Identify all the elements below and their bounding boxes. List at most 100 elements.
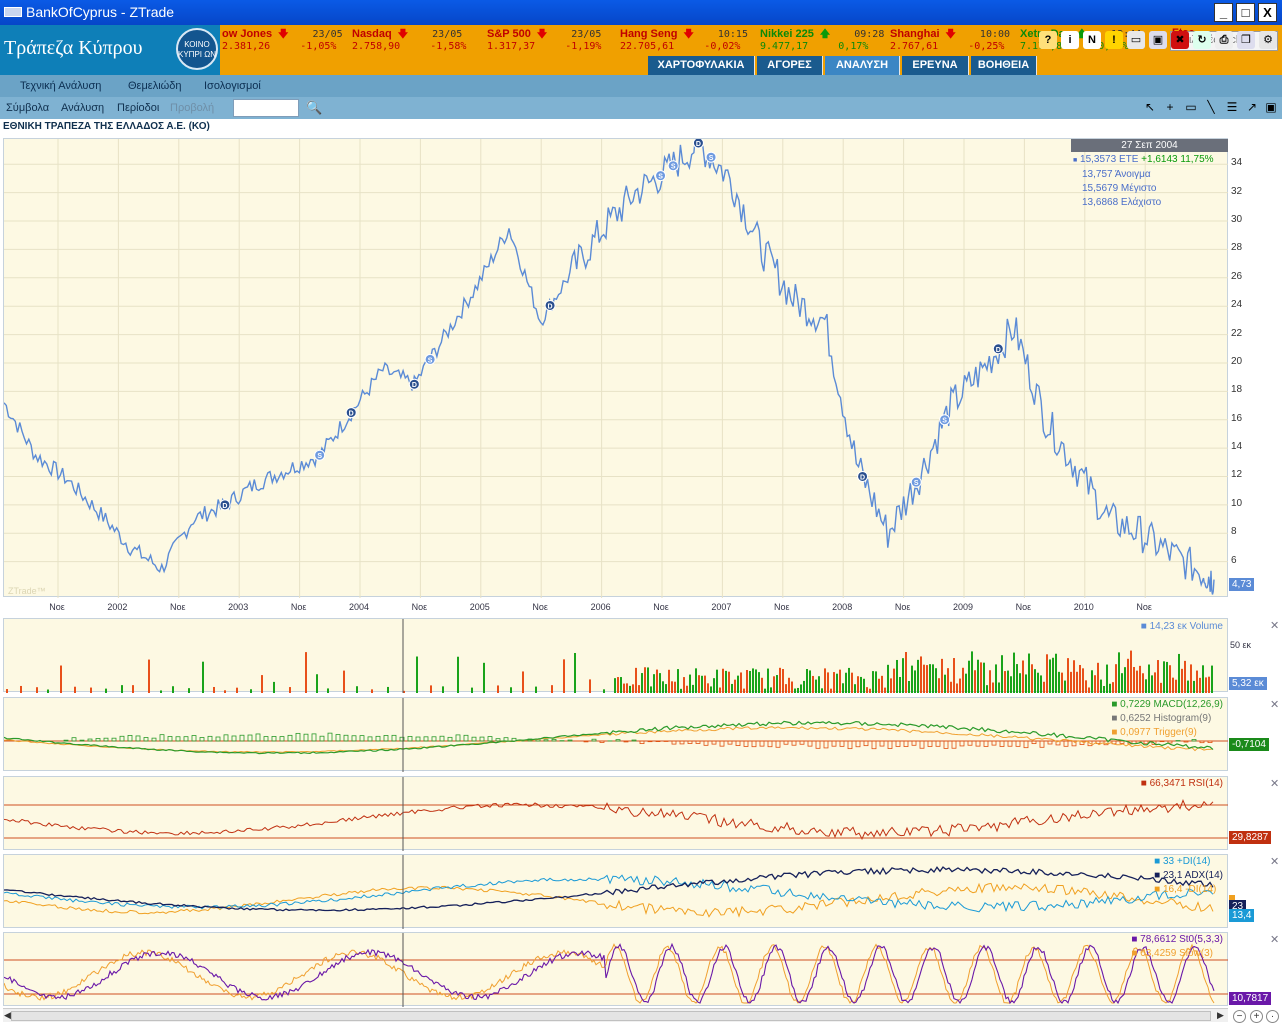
- y-tick-label: 12: [1231, 469, 1243, 481]
- svg-text:S: S: [671, 164, 676, 171]
- crosshair-tool-icon[interactable]: +: [1163, 100, 1177, 114]
- volume-bar: [36, 687, 38, 693]
- volume-bar: [989, 670, 991, 693]
- menu-markets[interactable]: ΑΓΟΡΕΣ: [757, 56, 823, 75]
- menu-research[interactable]: ΕΡΕΥΝΑ: [902, 56, 969, 75]
- stochastic-panel[interactable]: ■ 78,6612 St0(5,3,3) ■ 63,4259 Slow(3): [3, 932, 1229, 1007]
- maximize-button[interactable]: □: [1236, 3, 1255, 22]
- close-volume-panel-icon[interactable]: ✕: [1270, 619, 1279, 632]
- save-icon[interactable]: ▣: [1149, 31, 1167, 49]
- volume-bar: [1202, 665, 1204, 693]
- minimize-button[interactable]: _: [1214, 3, 1233, 22]
- volume-bar: [998, 682, 1000, 693]
- macd-panel[interactable]: ■ 0,7229 MACD(12,26,9) ■ 0,6252 Histogra…: [3, 697, 1229, 772]
- scroll-right-icon[interactable]: ▶: [1217, 1010, 1224, 1021]
- volume-bar: [620, 677, 622, 693]
- split-marker[interactable]: S: [667, 160, 679, 172]
- volume-bar: [1004, 671, 1006, 693]
- question-icon[interactable]: ?: [1039, 31, 1057, 49]
- volume-panel[interactable]: ■ 14,23 εκ Volume: [3, 618, 1228, 693]
- subnav-technical-analysis[interactable]: Τεχνική Ανάλυση: [20, 80, 101, 92]
- analysis-menu[interactable]: Ανάλυση: [61, 102, 104, 114]
- split-marker[interactable]: S: [314, 449, 326, 461]
- dividend-marker[interactable]: D: [345, 407, 357, 419]
- copy-icon[interactable]: ❐: [1237, 31, 1255, 49]
- dividend-marker[interactable]: D: [219, 499, 231, 511]
- histogram-bar: [327, 732, 333, 742]
- y-tick-label: 22: [1231, 327, 1243, 339]
- refresh-icon[interactable]: ↻: [1193, 31, 1211, 49]
- volume-bar: [800, 684, 802, 693]
- split-marker[interactable]: S: [424, 353, 436, 365]
- symbol-input[interactable]: [233, 99, 299, 117]
- menu-portfolios[interactable]: ΧΑΡΤΟΦΥΛΑΚΙΑ: [648, 56, 755, 75]
- volume-bar: [764, 688, 766, 693]
- periods-menu[interactable]: Περίοδοι: [117, 102, 159, 114]
- subnav-balance-sheets[interactable]: Ισολογισμοί: [204, 80, 261, 92]
- price-chart[interactable]: DSDDSDSSDSDSSDSSZTrade™: [3, 125, 1276, 621]
- window-title: BankOfCyprus - ZTrade: [26, 4, 175, 20]
- histogram-bar: [215, 736, 221, 742]
- subnav-fundamentals[interactable]: Θεμελιώδη: [128, 80, 181, 92]
- volume-bar: [1148, 664, 1150, 693]
- histogram-bar: [927, 740, 933, 747]
- stop-icon[interactable]: ✖: [1171, 31, 1189, 49]
- zoom-in-icon[interactable]: +: [1250, 1010, 1263, 1023]
- histogram-bar: [1159, 740, 1165, 743]
- histogram-bar: [343, 734, 349, 742]
- adx-panel[interactable]: ■ 33 +DI(14) ■ 23,1 ADX(14) ■ 16,4 -DI(1…: [3, 854, 1228, 929]
- close-rsi-panel-icon[interactable]: ✕: [1270, 777, 1279, 790]
- close-stochastic-panel-icon[interactable]: ✕: [1270, 933, 1279, 946]
- close-button[interactable]: X: [1258, 3, 1277, 22]
- chart-type-icon[interactable]: ↗: [1245, 100, 1259, 114]
- volume-bar: [1082, 668, 1084, 693]
- symbols-menu[interactable]: Σύμβολα: [6, 102, 49, 114]
- news-icon[interactable]: N: [1083, 31, 1101, 49]
- scroll-thumb[interactable]: [11, 1011, 1211, 1021]
- volume-bar: [1163, 661, 1165, 693]
- search-icon[interactable]: 🔍: [306, 100, 322, 116]
- cursor-tool-icon[interactable]: ↖: [1143, 100, 1157, 114]
- dividend-marker[interactable]: D: [692, 137, 704, 149]
- close-adx-panel-icon[interactable]: ✕: [1270, 855, 1279, 868]
- histogram-bar: [1015, 740, 1021, 747]
- split-marker[interactable]: S: [939, 414, 951, 426]
- menu-analysis[interactable]: ΑΝΑΛΥΣΗ: [825, 56, 900, 75]
- histogram-bar: [319, 735, 325, 742]
- volume-bar: [1133, 667, 1135, 693]
- rectangle-tool-icon[interactable]: ▭: [1184, 100, 1198, 114]
- info-icon[interactable]: i: [1061, 31, 1079, 49]
- scroll-left-icon[interactable]: ◀: [4, 1010, 11, 1021]
- x-tick-label: Νοε: [411, 602, 428, 612]
- histogram-bar: [839, 740, 845, 747]
- line-tool-icon[interactable]: ╲: [1204, 100, 1218, 114]
- zoom-out-icon[interactable]: −: [1233, 1010, 1246, 1023]
- horizontal-scrollbar[interactable]: ◀ ▶: [3, 1008, 1228, 1022]
- price-info-box: ■ 15,3573 ΕΤΕ +1,6143 11,75% 13,757 Άνοι…: [1073, 154, 1214, 208]
- zoom-reset-icon[interactable]: ·: [1266, 1010, 1279, 1023]
- volume-bar: [551, 685, 553, 693]
- volume-bar: [827, 672, 829, 693]
- save-chart-icon[interactable]: ▣: [1264, 100, 1278, 114]
- settings-icon[interactable]: ⚙: [1259, 31, 1277, 49]
- warning-icon[interactable]: !: [1105, 31, 1123, 49]
- y-tick-label: 26: [1231, 270, 1243, 282]
- dividend-marker[interactable]: D: [544, 299, 556, 311]
- split-marker[interactable]: S: [910, 476, 922, 488]
- volume-bar: [884, 687, 886, 693]
- close-macd-panel-icon[interactable]: ✕: [1270, 698, 1279, 711]
- svg-text:S: S: [658, 174, 663, 181]
- volume-bar: [761, 677, 763, 693]
- menu-help[interactable]: ΒΟΗΘΕΙΑ: [971, 56, 1037, 75]
- dividend-marker[interactable]: D: [857, 470, 869, 482]
- rsi-panel[interactable]: ■ 66,3471 RSI(14): [3, 776, 1229, 851]
- dividend-marker[interactable]: D: [408, 378, 420, 390]
- dividend-marker[interactable]: D: [992, 343, 1004, 355]
- volume-bar: [289, 687, 291, 693]
- split-marker[interactable]: S: [705, 151, 717, 163]
- price-chart-panel[interactable]: DSDDSDSSDSDSSDSSZTrade™: [3, 125, 1276, 621]
- screen-icon[interactable]: ▭: [1127, 31, 1145, 49]
- print-icon[interactable]: ⎙: [1215, 31, 1233, 49]
- split-marker[interactable]: S: [655, 170, 667, 182]
- table-tool-icon[interactable]: ☰: [1225, 100, 1239, 114]
